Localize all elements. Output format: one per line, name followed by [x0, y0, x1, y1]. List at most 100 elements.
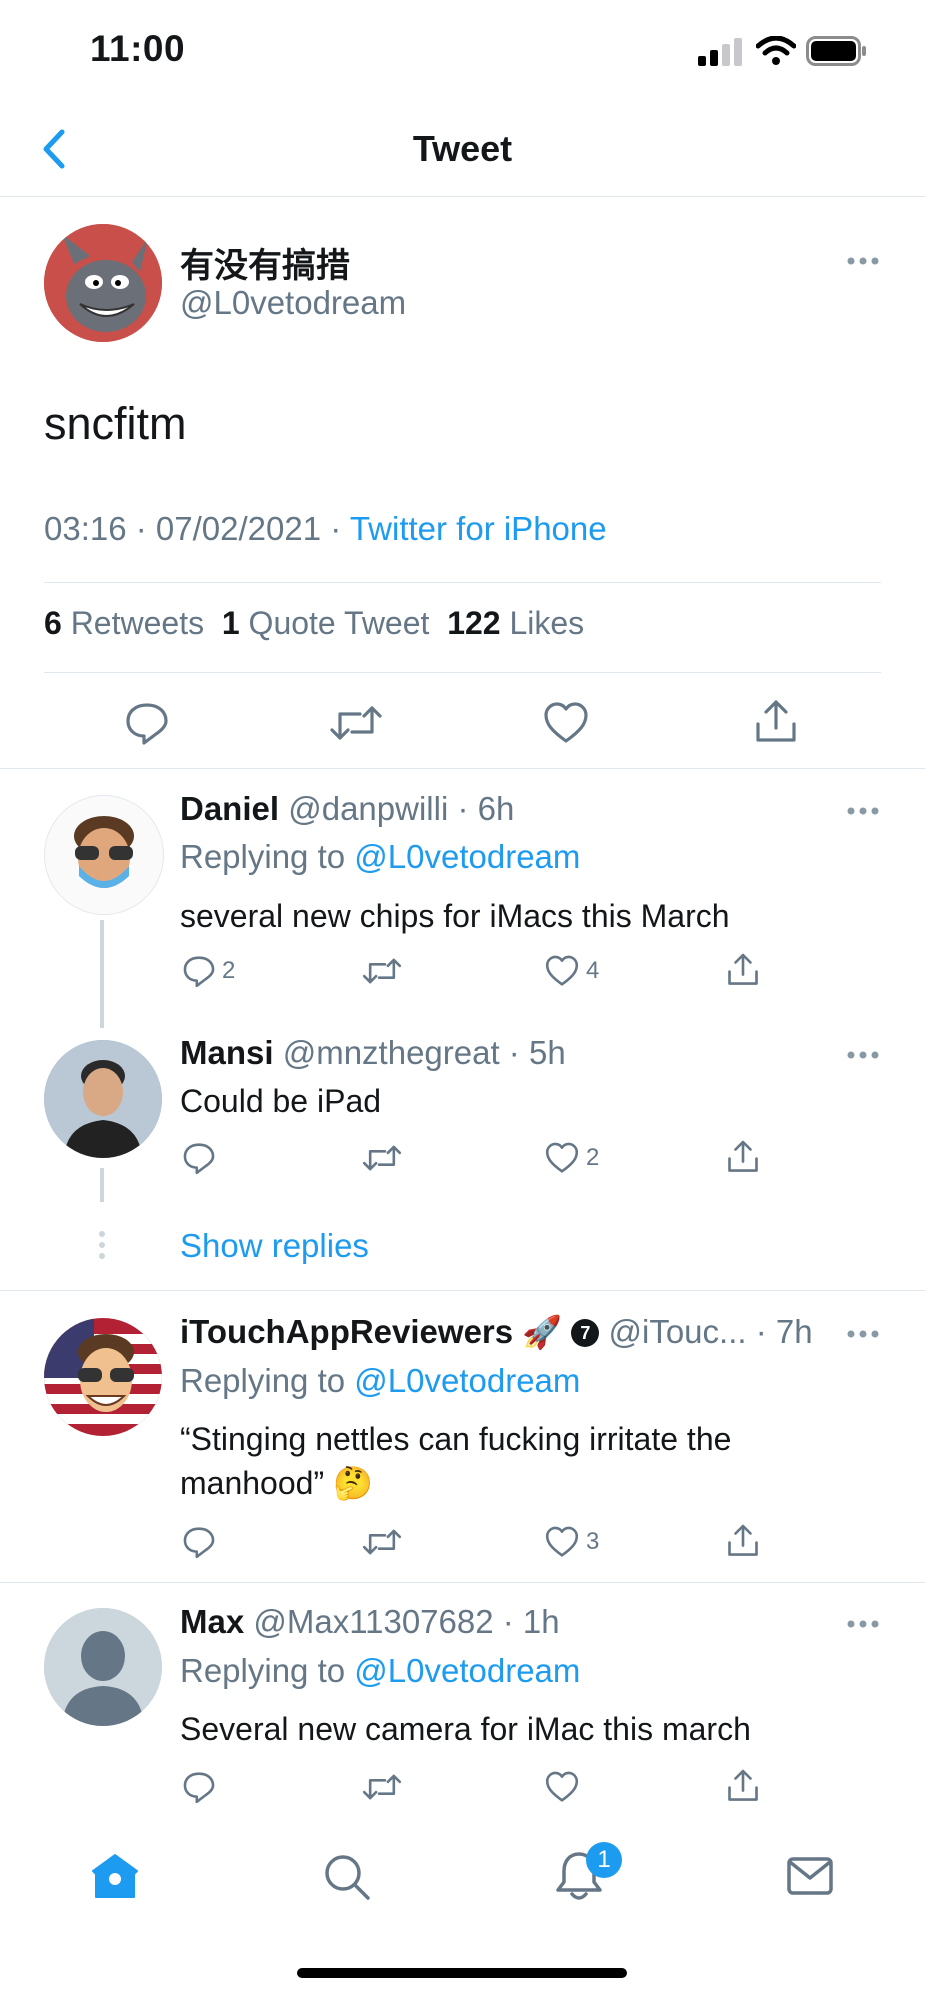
retweet-button[interactable]: [362, 1525, 402, 1559]
stats-divider: [44, 672, 881, 673]
status-time: 11:00: [90, 28, 186, 69]
page-title: Tweet: [412, 128, 513, 169]
reply-button[interactable]: [182, 1141, 216, 1175]
replying-to: Replying to @L0vetodream: [180, 838, 581, 875]
reply-author-name[interactable]: iTouchAppReviewers: [180, 1313, 513, 1350]
thinking-emoji: 🤔: [332, 1465, 373, 1501]
share-icon: [728, 1524, 758, 1556]
signal-icon: [698, 38, 742, 66]
search-icon[interactable]: [322, 1852, 372, 1902]
more-options-icon[interactable]: [846, 1050, 880, 1060]
reply-header: Mansi @mnzthegreat · 5h: [180, 1034, 566, 1071]
more-options-icon[interactable]: [846, 1619, 880, 1629]
retweet-icon[interactable]: [330, 700, 382, 746]
reply-time: 1h: [522, 1603, 560, 1640]
reply-author-name[interactable]: Daniel: [180, 790, 279, 827]
retweet-button[interactable]: [362, 1770, 402, 1804]
reply-header: Daniel @danpwilli · 6h: [180, 790, 515, 827]
replying-to-handle[interactable]: @L0vetodream: [354, 838, 580, 875]
tweet-date: 07/02/2021: [155, 510, 322, 547]
reply-button[interactable]: 2: [182, 954, 235, 988]
reply-icon: [183, 1143, 215, 1175]
reply-text: Several new camera for iMac this march: [180, 1711, 751, 1747]
reply-header: iTouchAppReviewers 🚀 7 @iTouc... · 7h: [180, 1313, 813, 1350]
quote-tweet-stat[interactable]: 1 Quote Tweet: [222, 605, 430, 641]
reply-author-name[interactable]: Mansi: [180, 1034, 274, 1071]
reply-avatar[interactable]: [44, 1318, 162, 1436]
retweet-icon: [362, 1145, 402, 1171]
like-icon: [545, 1771, 579, 1802]
home-icon[interactable]: [90, 1852, 140, 1900]
rocket-emoji: 🚀: [522, 1314, 563, 1350]
reply-icon[interactable]: [124, 700, 170, 746]
reply-avatar[interactable]: [44, 1040, 162, 1158]
retweet-icon: [362, 958, 402, 984]
reply-avatar[interactable]: [44, 1608, 162, 1726]
show-replies-link[interactable]: Show replies: [180, 1227, 369, 1265]
reply-author-name[interactable]: Max: [180, 1603, 244, 1640]
messages-icon[interactable]: [786, 1856, 834, 1896]
author-avatar[interactable]: [44, 224, 162, 342]
notifications-badge: 1: [586, 1842, 622, 1878]
wifi-icon: [756, 36, 796, 65]
reply-header: Max @Max11307682 · 1h: [180, 1603, 560, 1640]
thread-connector: [100, 920, 104, 1028]
main-tweet-divider: [0, 768, 925, 769]
like-icon: [545, 955, 579, 986]
like-button[interactable]: [544, 1770, 580, 1804]
user-badge: 7: [571, 1319, 600, 1347]
reply-divider: [0, 1582, 925, 1583]
home-indicator: [297, 1968, 627, 1978]
reply-time: 7h: [775, 1313, 813, 1350]
reply-text: several new chips for iMacs this March: [180, 898, 730, 934]
share-icon: [728, 953, 758, 985]
reply-text: “Stinging nettles can fucking irritate t…: [180, 1421, 732, 1501]
reply-icon: [183, 1527, 215, 1559]
like-icon: [545, 1526, 579, 1557]
replying-to-handle[interactable]: @L0vetodream: [354, 1362, 580, 1399]
tweet-source-link[interactable]: Twitter for iPhone: [350, 510, 607, 547]
like-count: 2: [586, 1144, 600, 1171]
like-button[interactable]: 2: [544, 1141, 599, 1175]
more-options-icon[interactable]: [846, 256, 880, 266]
header-divider: [0, 196, 925, 197]
retweet-button[interactable]: [362, 954, 402, 988]
share-button[interactable]: [726, 952, 760, 988]
more-options-icon[interactable]: [846, 806, 880, 816]
like-button[interactable]: 4: [544, 954, 599, 988]
share-button[interactable]: [726, 1523, 760, 1559]
likes-stat[interactable]: 122 Likes: [447, 605, 584, 641]
reply-author-handle[interactable]: @danpwilli: [288, 790, 448, 827]
retweet-icon: [362, 1774, 402, 1800]
reply-button[interactable]: [182, 1525, 216, 1559]
retweet-button[interactable]: [362, 1141, 402, 1175]
reply-button[interactable]: [182, 1770, 216, 1804]
meta-divider: [44, 582, 881, 583]
more-options-icon[interactable]: [846, 1329, 880, 1339]
reply-icon: [183, 956, 215, 988]
like-icon[interactable]: [542, 700, 590, 746]
replying-to: Replying to @L0vetodream: [180, 1652, 581, 1689]
reply-author-handle[interactable]: @mnzthegreat: [283, 1034, 500, 1071]
reply-author-handle[interactable]: @Max11307682: [253, 1603, 493, 1640]
reply-icon: [183, 1772, 215, 1804]
thread-divider: [0, 1290, 925, 1291]
retweets-stat[interactable]: 6 Retweets: [44, 605, 204, 641]
ellipsis-vertical-icon: [99, 1231, 105, 1259]
reply-time: 6h: [477, 790, 515, 827]
reply-avatar[interactable]: [44, 795, 164, 915]
share-button[interactable]: [726, 1768, 760, 1804]
author-name[interactable]: 有没有搞措: [180, 238, 350, 287]
share-icon: [728, 1769, 758, 1801]
like-icon: [545, 1142, 579, 1173]
reply-text: Could be iPad: [180, 1083, 382, 1119]
like-count: 4: [586, 957, 600, 984]
thread-connector: [100, 1168, 104, 1202]
replying-to-handle[interactable]: @L0vetodream: [354, 1652, 580, 1689]
share-button[interactable]: [726, 1139, 760, 1175]
reply-author-handle[interactable]: @iTouc...: [609, 1313, 747, 1350]
tweet-stats: 6 Retweets 1 Quote Tweet 122 Likes: [44, 605, 584, 642]
like-button[interactable]: 3: [544, 1525, 599, 1559]
share-icon[interactable]: [754, 698, 798, 746]
author-handle[interactable]: @L0vetodream: [180, 284, 406, 322]
